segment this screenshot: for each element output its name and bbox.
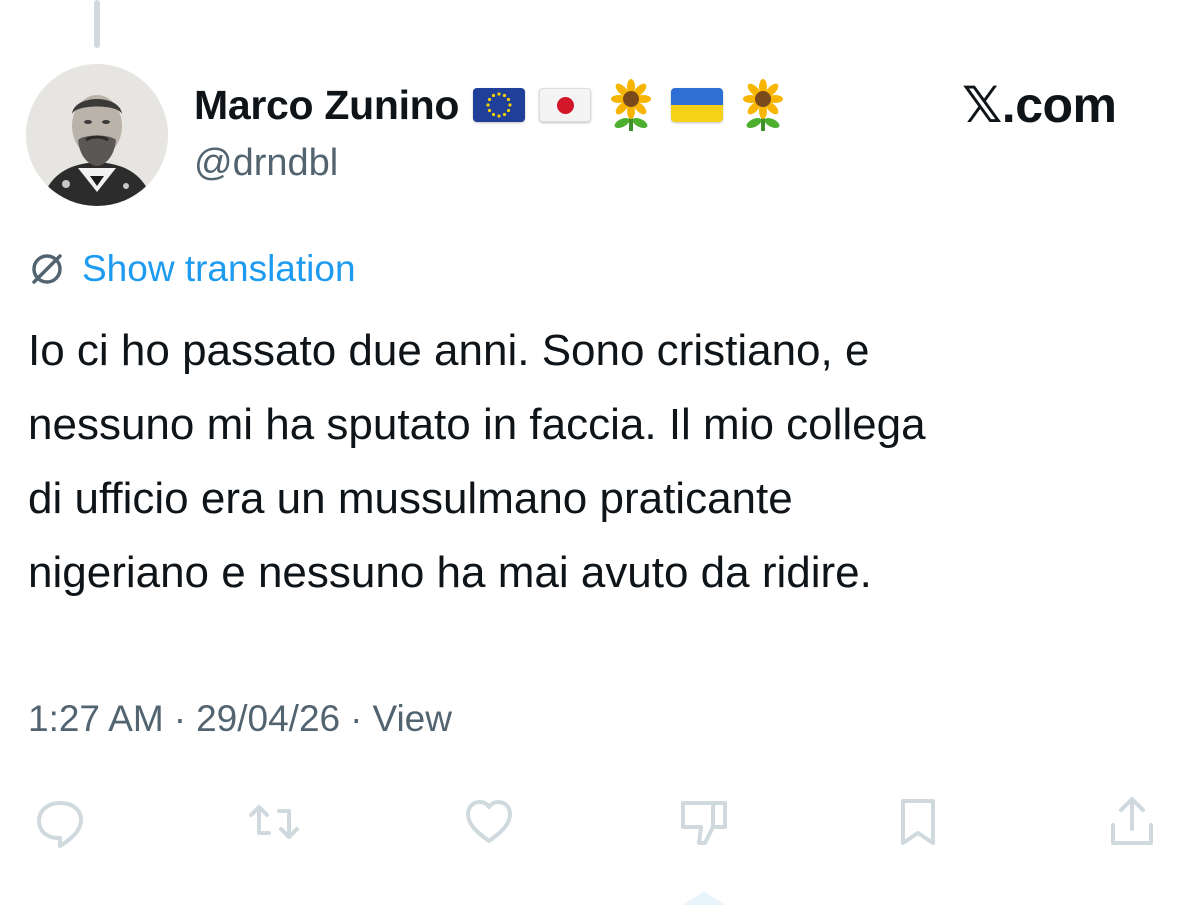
meta-separator: · [350, 698, 363, 739]
tweet-time[interactable]: 1:27 AM [28, 698, 164, 740]
reply-icon [37, 801, 83, 848]
x-com-logo: 𝕏 .com [962, 76, 1117, 134]
japan-flag-icon [539, 88, 592, 122]
tweet-date[interactable]: 29/04/26 [196, 698, 340, 740]
retweet-icon [249, 805, 299, 839]
thread-connector-line [94, 0, 100, 48]
bookmark-icon [901, 799, 935, 845]
show-translation-row[interactable]: Show translation [28, 248, 356, 290]
tweet-body-text: Io ci ho passato due anni. Sono cristian… [28, 326, 926, 597]
author-display-name[interactable]: Marco Zunino [194, 82, 459, 129]
like-icon [466, 800, 512, 843]
author-handle[interactable]: @drndbl [194, 142, 338, 185]
meta-separator: · [173, 698, 187, 739]
brand-domain-suffix: .com [1001, 77, 1117, 133]
tweet-views-link[interactable]: View [372, 698, 452, 740]
avatar-portrait-image [26, 64, 168, 206]
tweet-action-bar [0, 790, 1199, 860]
scroll-hint-chevron-icon [682, 892, 726, 905]
sunflower-icon [737, 79, 789, 131]
eu-flag-icon [473, 88, 526, 122]
dislike-icon [681, 801, 727, 845]
ukraine-flag-icon [671, 88, 724, 122]
author-name-row: Marco Zunino [194, 79, 789, 131]
sunflower-icon [605, 79, 657, 131]
x-logo-icon: 𝕏 [962, 76, 1002, 134]
dislike-button[interactable] [672, 790, 736, 854]
share-button[interactable] [1100, 790, 1164, 854]
share-icon [1111, 797, 1153, 845]
avatar[interactable] [26, 64, 168, 206]
translate-globe-icon [28, 250, 66, 288]
author-badges [473, 79, 789, 131]
tweet-meta-row: 1:27 AM · 29/04/26 · View [28, 698, 452, 740]
bookmark-button[interactable] [886, 790, 950, 854]
retweet-button[interactable] [242, 790, 306, 854]
like-button[interactable] [457, 790, 521, 854]
reply-button[interactable] [28, 790, 92, 854]
show-translation-link[interactable]: Show translation [82, 248, 356, 290]
